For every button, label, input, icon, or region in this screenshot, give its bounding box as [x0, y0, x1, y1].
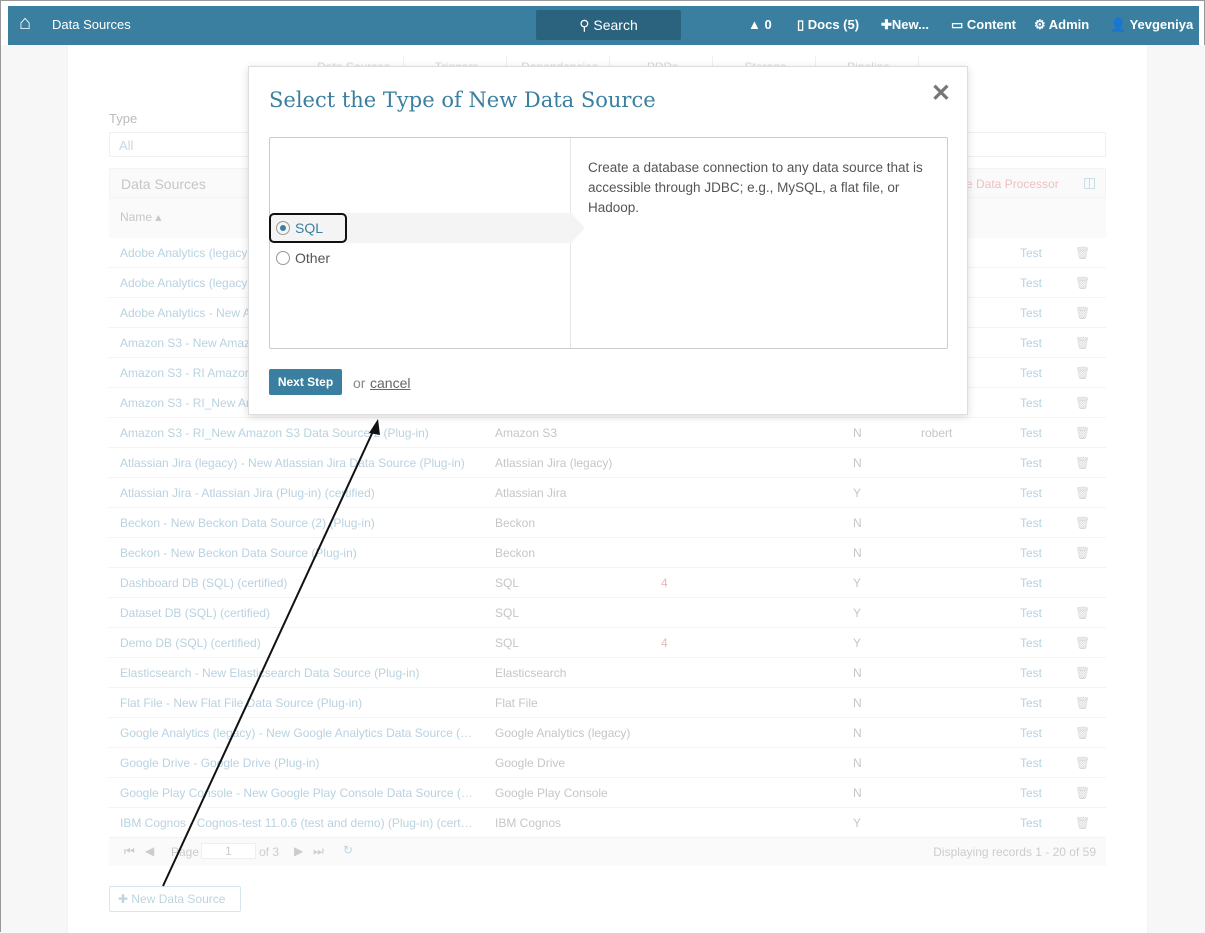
annotation-arrow — [162, 419, 380, 887]
